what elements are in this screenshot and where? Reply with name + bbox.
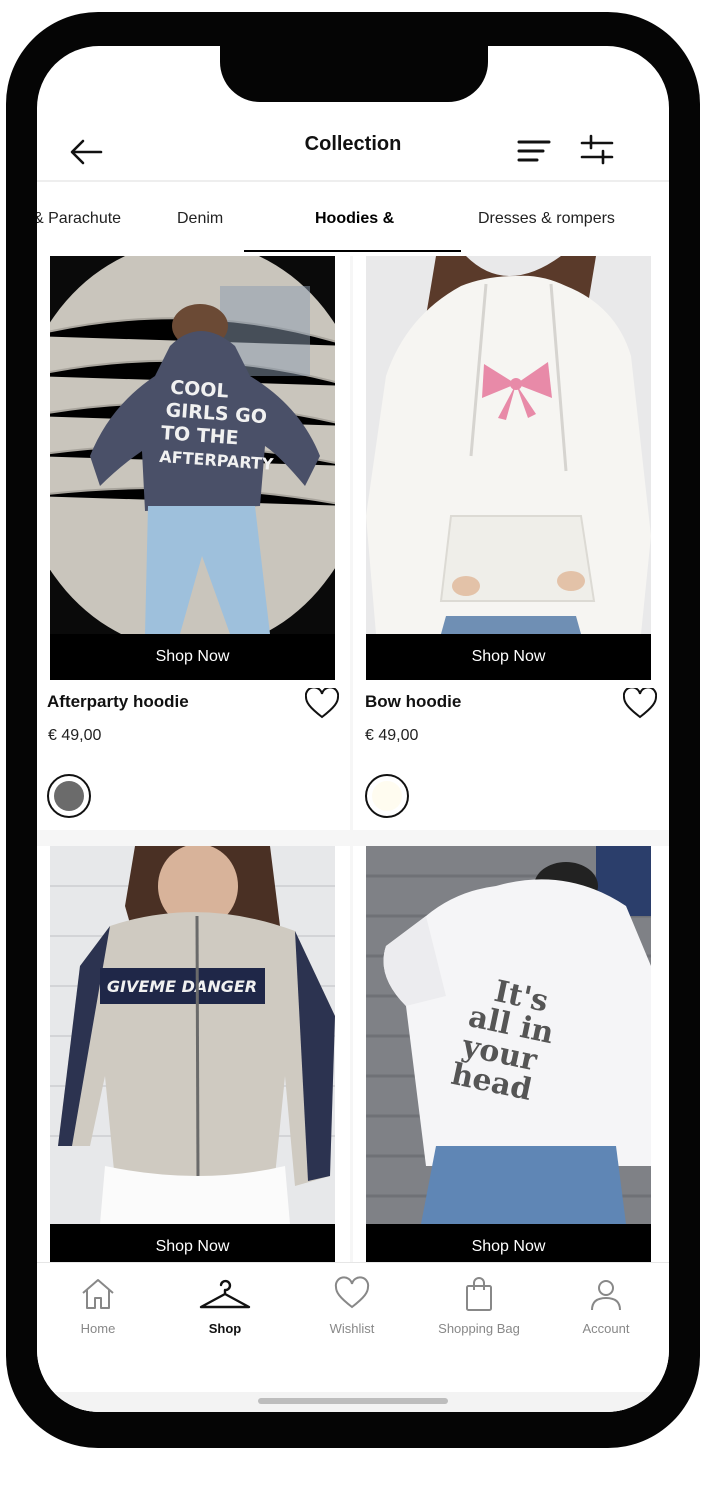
product-card[interactable]: COOL GIRLS GO TO THE AFTERPARTY Shop Now… [37, 256, 350, 830]
shop-now-button[interactable]: Shop Now [50, 634, 335, 680]
sort-icon[interactable] [517, 134, 551, 168]
nav-label: Shop [208, 1321, 242, 1336]
nav-item-wishlist[interactable]: Wishlist [297, 1275, 407, 1336]
product-image[interactable]: It's all in your head [366, 846, 651, 1224]
nav-item-shop[interactable]: Shop [170, 1275, 280, 1336]
hoodie-print-text: GIVEME DANGER [107, 977, 257, 996]
shop-now-button[interactable]: Shop Now [366, 1224, 651, 1262]
nav-item-shopping-bag[interactable]: Shopping Bag [424, 1275, 534, 1336]
nav-item-home[interactable]: Home [43, 1275, 153, 1336]
tab-hoodies[interactable]: Hoodies & [315, 210, 394, 228]
product-grid: COOL GIRLS GO TO THE AFTERPARTY Shop Now… [37, 256, 669, 1262]
phone-notch [220, 46, 488, 102]
nav-label: Account [582, 1321, 630, 1336]
heart-icon [334, 1276, 370, 1309]
person-icon [591, 1280, 621, 1311]
hanger-icon [199, 1279, 251, 1309]
home-icon [82, 1279, 114, 1309]
filter-sliders-icon[interactable] [580, 132, 614, 168]
wishlist-heart-icon[interactable] [623, 688, 657, 720]
category-tabs: & Parachute Denim Hoodies & Dresses & ro… [37, 182, 669, 252]
product-card[interactable]: It's all in your head Shop Now [353, 846, 669, 1262]
product-price: € 49,00 [48, 727, 102, 744]
product-image[interactable]: GIVEME DANGER [50, 846, 335, 1224]
app-screen: Collection & Parachute Denim Hoodies & D… [37, 46, 669, 1412]
shop-now-button[interactable]: Shop Now [50, 1224, 335, 1262]
back-arrow-icon[interactable] [67, 132, 107, 172]
hoodie-print-line: COOL [169, 377, 229, 403]
active-tab-indicator [244, 250, 461, 252]
color-swatch[interactable] [47, 774, 91, 818]
product-card[interactable]: Shop Now Bow hoodie € 49,00 [353, 256, 669, 830]
page-title: Collection [304, 133, 402, 155]
nav-label: Shopping Bag [438, 1321, 520, 1336]
top-app-bar: Collection [37, 116, 669, 180]
product-card[interactable]: GIVEME DANGER Shop Now [37, 846, 350, 1262]
wishlist-heart-icon[interactable] [305, 688, 339, 720]
tab-denim[interactable]: Denim [177, 210, 223, 228]
bottom-navigation: Home Shop Wishlist Shopping Bag Account [37, 1262, 669, 1412]
color-swatch[interactable] [365, 774, 409, 818]
bag-icon [466, 1277, 492, 1311]
nav-label: Home [80, 1321, 116, 1336]
tab-parachute[interactable]: & Parachute [37, 210, 121, 228]
nav-item-account[interactable]: Account [551, 1275, 661, 1336]
shop-now-button[interactable]: Shop Now [366, 634, 651, 680]
product-image[interactable]: COOL GIRLS GO TO THE AFTERPARTY [50, 256, 335, 634]
nav-label: Wishlist [329, 1321, 375, 1336]
tab-dresses-rompers[interactable]: Dresses & rompers [478, 210, 615, 228]
product-name[interactable]: Bow hoodie [365, 692, 461, 712]
product-price: € 49,00 [365, 727, 419, 744]
home-indicator[interactable] [258, 1398, 448, 1404]
product-image[interactable] [366, 256, 651, 634]
product-name[interactable]: Afterparty hoodie [47, 692, 189, 712]
